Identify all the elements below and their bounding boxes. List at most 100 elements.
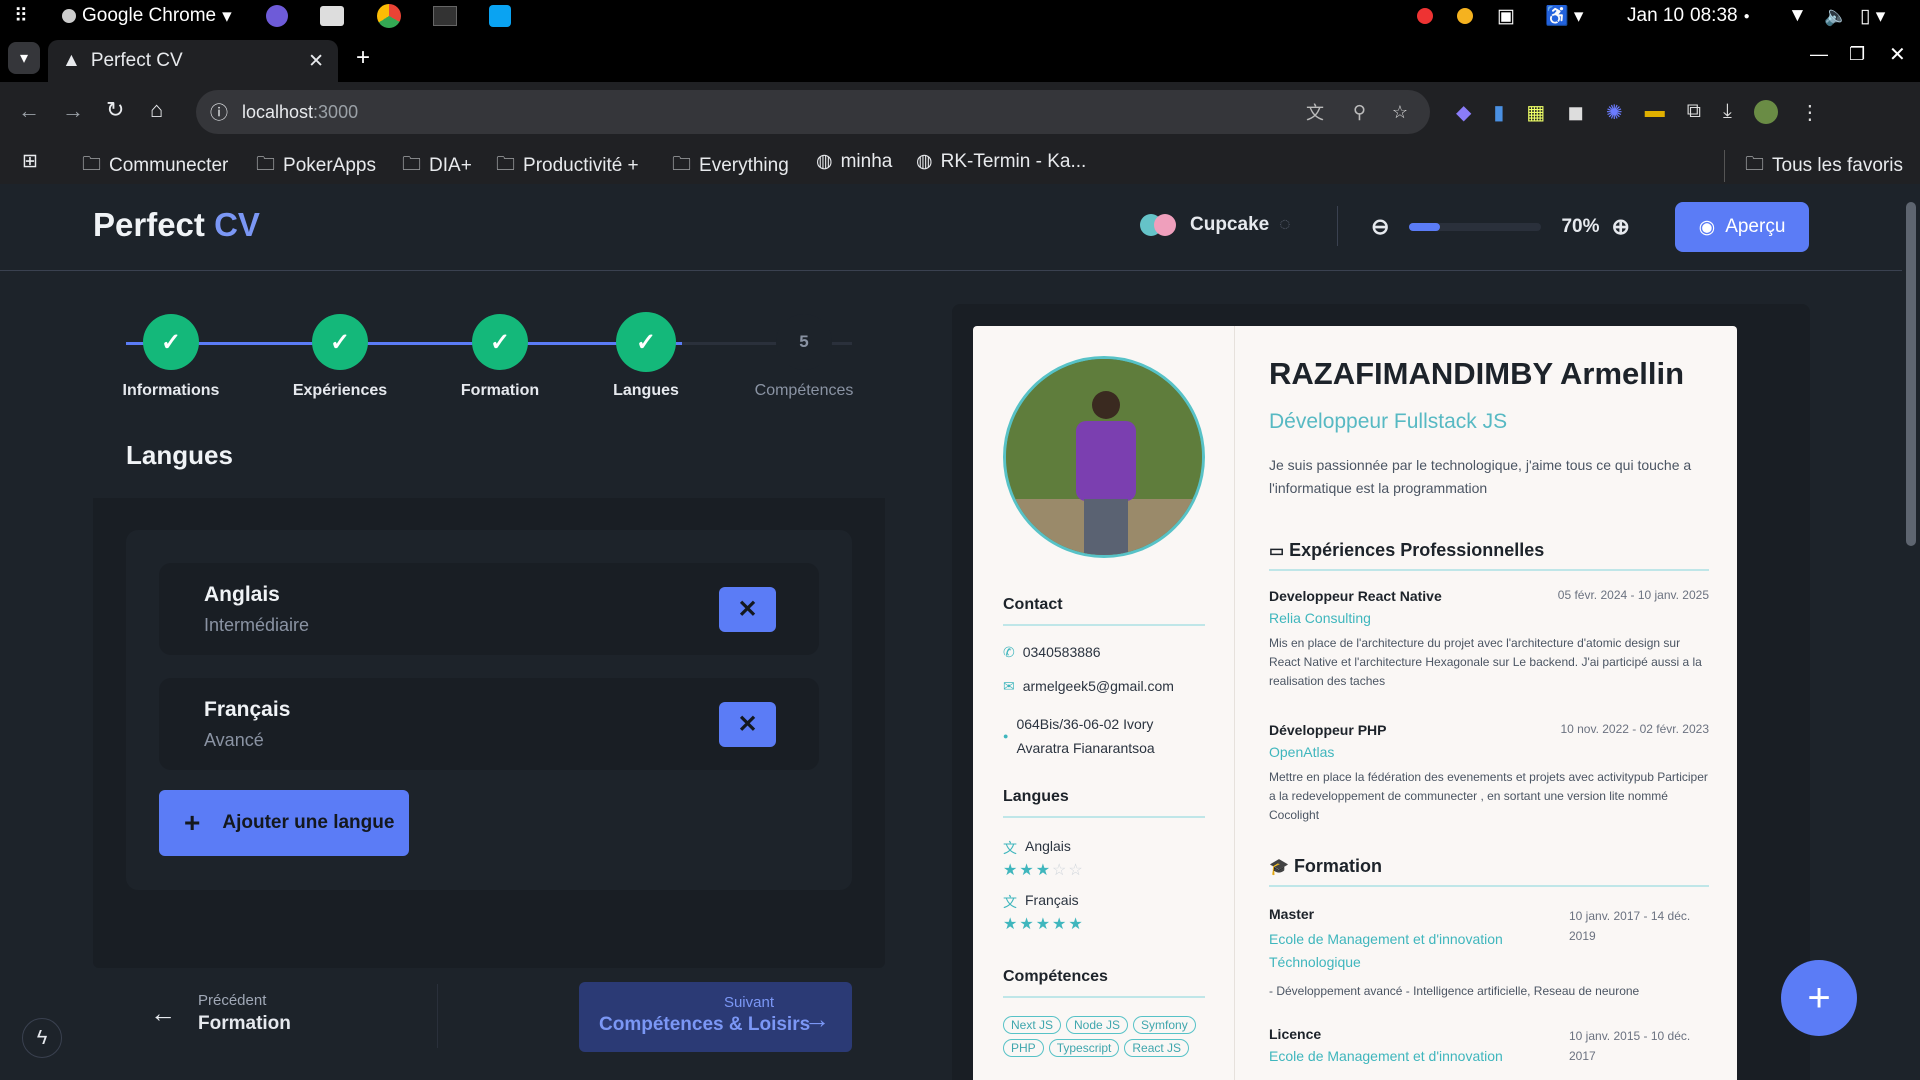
arrow-right-icon: → [804, 1004, 830, 1034]
notification-icon[interactable] [1457, 8, 1473, 24]
profile-avatar[interactable] [1753, 100, 1778, 124]
restore-button[interactable]: ❐ [1849, 44, 1865, 65]
step-competences[interactable]: 5 Compétences [734, 314, 874, 400]
files-icon[interactable] [320, 6, 344, 26]
phone-icon: ✆ [1003, 644, 1015, 660]
language-item: Français Avancé ✕ [159, 678, 819, 770]
zoom-slider[interactable] [1409, 223, 1542, 231]
graduation-cap-icon: 🎓 [1269, 859, 1289, 876]
cv-name: RAZAFIMANDIMBY Armellin [1269, 356, 1685, 391]
bookmark-everything[interactable]: 🗀 Everything [672, 150, 789, 182]
add-language-button[interactable]: + Ajouter une langue [159, 790, 409, 856]
new-tab-button[interactable]: + [356, 44, 370, 72]
app-viewport: Perfect CV Cupcake ◌ ⊖ 70% ⊕ ◉ Aperçu ✓ In… [0, 184, 1920, 1080]
cv-language-name: Français [1025, 892, 1079, 908]
back-button[interactable]: ← [18, 98, 40, 124]
zoom-out-icon[interactable]: ⊖ [1371, 214, 1389, 240]
clock[interactable]: Jan 10 08:38 ● [1627, 5, 1750, 27]
theme-switcher[interactable]: Cupcake ◌ [1140, 214, 1291, 236]
preview-button[interactable]: ◉ Aperçu [1675, 202, 1809, 252]
accessibility-icon[interactable]: ♿ ▾ [1545, 4, 1583, 28]
remove-language-button[interactable]: ✕ [719, 587, 776, 632]
battery-icon[interactable]: ▯ ▾ [1860, 5, 1885, 28]
remove-language-button[interactable]: ✕ [719, 702, 776, 747]
minimize-button[interactable]: — [1810, 44, 1828, 65]
previous-step-button[interactable]: ← Précédent Formation [150, 992, 291, 1035]
skill-tag: Symfony [1133, 1016, 1196, 1034]
step-label: Langues [613, 382, 679, 399]
step-langues[interactable]: ✓ Langues [576, 312, 716, 400]
wifi-icon[interactable]: ▼ [1788, 5, 1807, 27]
job-dates: 05 févr. 2024 - 10 janv. 2025 [1557, 588, 1709, 602]
check-icon: ✓ [472, 314, 528, 370]
page-scrollbar[interactable] [1902, 184, 1920, 1080]
logo-main: Perfect [93, 206, 205, 243]
menu-kebab-icon[interactable]: ⋮ [1800, 100, 1820, 125]
step-experiences[interactable]: ✓ Expériences [270, 314, 410, 400]
preview-label: Aperçu [1725, 216, 1786, 237]
github-desktop-icon[interactable] [266, 5, 288, 27]
cv-preview[interactable]: Contact ✆ 0340583886 ✉ armelgeek5@gmail.co… [973, 326, 1737, 1080]
close-tab-icon[interactable]: ✕ [308, 50, 324, 73]
bookmark-productivite[interactable]: 🗀 Productivité + [496, 150, 639, 182]
job-company: OpenAtlas [1269, 744, 1335, 760]
scrollbar-thumb[interactable] [1906, 202, 1916, 546]
translate-icon: 文 [1003, 840, 1017, 856]
globe-icon: ◍ [916, 151, 933, 172]
tab-perfect-cv[interactable]: ▲ Perfect CV ✕ [48, 40, 338, 82]
floating-add-button[interactable]: + [1781, 960, 1857, 1036]
home-button[interactable]: ⌂ [150, 97, 163, 123]
extension-purple-icon[interactable]: ◆ [1456, 100, 1471, 125]
bookmark-dia[interactable]: 🗀 DIA+ [402, 150, 472, 182]
apps-grid-icon[interactable]: ⠿ [14, 5, 28, 28]
extension-square-icon[interactable]: ◼ [1567, 100, 1584, 125]
chrome-taskbar-icon[interactable] [377, 4, 401, 28]
cv-sidebar: Contact ✆ 0340583886 ✉ armelgeek5@gmail.co… [973, 326, 1235, 1080]
bookmark-pokerapps[interactable]: 🗀 PokerApps [256, 150, 376, 182]
panel-title: Langues [126, 440, 233, 470]
lightning-icon[interactable]: ϟ [22, 1018, 62, 1058]
translate-icon[interactable]: 文 [1306, 99, 1324, 125]
chevron-down-icon: ▾ [222, 5, 232, 27]
zoom-icon[interactable]: ⚲ [1353, 102, 1366, 123]
skype-icon[interactable] [489, 5, 511, 27]
active-app-menu[interactable]: Google Chrome ▾ [62, 5, 232, 28]
cv-about: Je suis passionnée par le technologique,… [1269, 457, 1692, 496]
address-bar[interactable]: ⓘ localhost:3000 文 ⚲ ☆ [196, 90, 1430, 134]
cv-address: ● 064Bis/36-06-02 Ivory Avaratra Fianaran… [1003, 712, 1203, 760]
apps-shortcut-icon[interactable]: ⊞ [22, 150, 38, 173]
skill-tag: React JS [1124, 1039, 1190, 1057]
extension-gear-icon[interactable]: ✺ [1606, 100, 1623, 125]
app-logo[interactable]: Perfect CV [93, 206, 260, 244]
tray-box-icon[interactable]: ▣ [1497, 5, 1515, 28]
palette-icon: ◌ [1279, 214, 1291, 235]
extensions-puzzle-icon[interactable]: ⧉ [1687, 100, 1701, 125]
extension-yellow-icon[interactable]: ▬ [1645, 100, 1665, 125]
bookmark-rk-termin[interactable]: ◍ RK-Termin - Ka... [916, 150, 1086, 173]
reload-button[interactable]: ↻ [106, 97, 124, 123]
bookmark-communecter[interactable]: 🗀 Communecter [82, 150, 228, 182]
download-icon[interactable]: ⤓ [1723, 100, 1732, 125]
zoom-in-icon[interactable]: ⊕ [1611, 214, 1629, 240]
step-informations[interactable]: ✓ Informations [101, 314, 241, 400]
globe-icon: ◍ [816, 151, 833, 172]
volume-icon[interactable]: 🔈 [1824, 4, 1848, 28]
extension-colorful-icon[interactable]: ▦ [1526, 100, 1545, 125]
extension-docs-icon[interactable]: ▮ [1493, 100, 1504, 125]
terminal-icon[interactable] [433, 6, 457, 26]
step-formation[interactable]: ✓ Formation [430, 314, 570, 400]
languages-panel: Langues Anglais Intermédiaire ✕ Français… [93, 420, 885, 968]
job-description: Mettre en place la fédération des evenem… [1269, 770, 1708, 822]
degree-dates: 10 janv. 2015 - 10 déc. 2017 [1569, 1029, 1691, 1063]
record-indicator-icon[interactable] [1417, 8, 1433, 24]
close-window-button[interactable]: ✕ [1889, 42, 1906, 67]
bookmark-minha[interactable]: ◍ minha [816, 150, 892, 173]
site-info-icon[interactable]: ⓘ [210, 99, 228, 125]
cv-contact-title: Contact [1003, 596, 1205, 626]
language-item: Anglais Intermédiaire ✕ [159, 563, 819, 655]
next-step-button[interactable]: Suivant Compétences & Loisirs → [579, 982, 852, 1052]
forward-button[interactable]: → [62, 98, 84, 124]
tab-search-button[interactable]: ▾ [8, 42, 40, 74]
all-bookmarks[interactable]: 🗀 Tous les favoris [1724, 150, 1903, 182]
bookmark-star-icon[interactable]: ☆ [1392, 102, 1408, 123]
